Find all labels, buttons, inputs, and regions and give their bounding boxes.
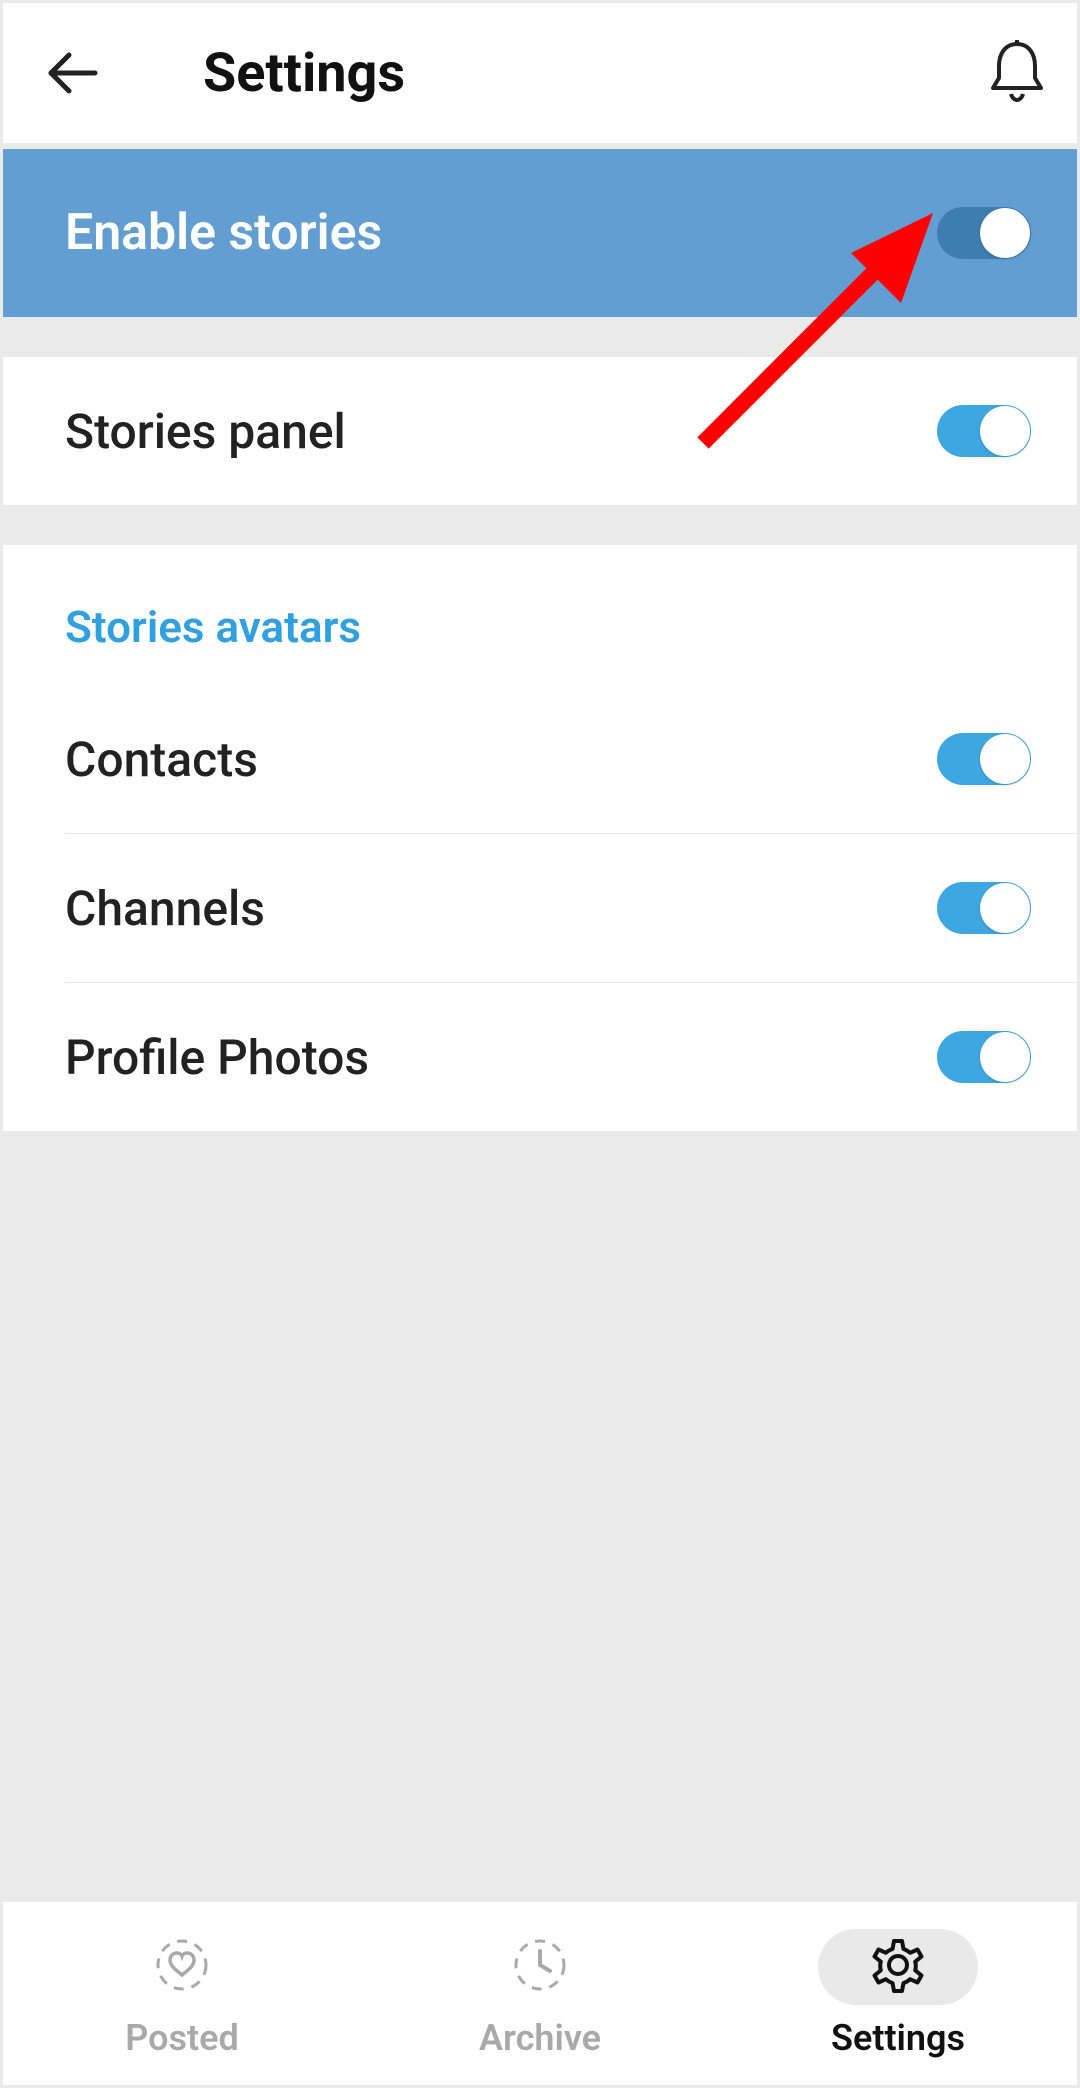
profile-photos-label: Profile Photos xyxy=(65,1029,369,1086)
clock-dashed-icon xyxy=(512,1937,568,1997)
toggle-knob xyxy=(980,208,1030,258)
notifications-button[interactable] xyxy=(987,38,1047,108)
stories-avatars-section: Stories avatars Contacts Channels Profil… xyxy=(3,545,1077,1131)
back-button[interactable] xyxy=(43,43,103,103)
nav-posted[interactable]: Posted xyxy=(3,1902,361,2085)
toggle-knob xyxy=(980,1032,1030,1082)
arrow-left-icon xyxy=(43,43,103,103)
nav-settings-label: Settings xyxy=(831,2017,965,2059)
enable-stories-label: Enable stories xyxy=(65,204,382,262)
nav-archive-label: Archive xyxy=(479,2017,601,2059)
channels-row[interactable]: Channels xyxy=(3,834,1077,982)
stories-avatars-heading: Stories avatars xyxy=(3,601,1077,685)
stories-panel-label: Stories panel xyxy=(65,403,346,460)
toggle-knob xyxy=(980,406,1030,456)
nav-archive[interactable]: Archive xyxy=(361,1902,719,2085)
channels-label: Channels xyxy=(65,880,265,937)
nav-posted-label: Posted xyxy=(125,2017,238,2059)
contacts-row[interactable]: Contacts xyxy=(3,685,1077,833)
contacts-label: Contacts xyxy=(65,731,258,788)
page-title: Settings xyxy=(203,42,987,105)
stories-panel-toggle[interactable] xyxy=(937,405,1031,457)
bell-icon xyxy=(987,38,1047,104)
toggle-knob xyxy=(980,883,1030,933)
nav-settings[interactable]: Settings xyxy=(719,1902,1077,2085)
enable-stories-toggle[interactable] xyxy=(937,207,1031,259)
profile-photos-toggle[interactable] xyxy=(937,1031,1031,1083)
toggle-knob xyxy=(980,734,1030,784)
bottom-nav: Posted Archive xyxy=(3,1901,1077,2085)
gear-icon xyxy=(870,1937,926,1997)
profile-photos-row[interactable]: Profile Photos xyxy=(3,983,1077,1131)
app-header: Settings xyxy=(3,3,1077,143)
contacts-toggle[interactable] xyxy=(937,733,1031,785)
stories-panel-row[interactable]: Stories panel xyxy=(3,357,1077,505)
enable-stories-row[interactable]: Enable stories xyxy=(3,149,1077,317)
heart-dashed-icon xyxy=(154,1937,210,1997)
channels-toggle[interactable] xyxy=(937,882,1031,934)
